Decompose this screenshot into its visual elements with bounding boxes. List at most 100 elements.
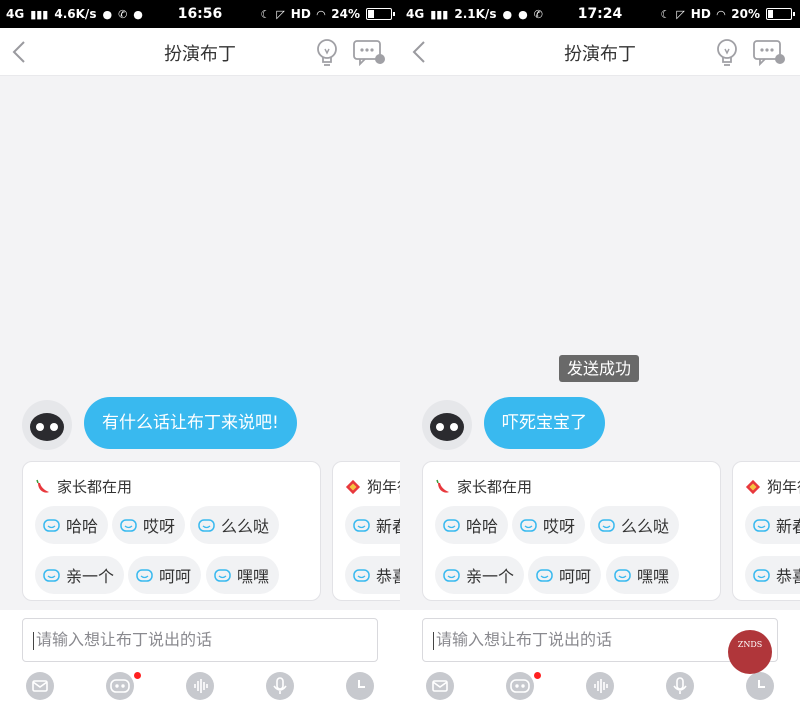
phrase-chip[interactable]: 么么哒 (190, 506, 280, 544)
nav-header: 扮演布丁 (0, 28, 400, 76)
phrase-chip[interactable]: 哎呀 (112, 506, 186, 544)
phrase-chip[interactable]: 哈哈 (435, 506, 509, 544)
nav-header: 扮演布丁 (400, 28, 800, 76)
no-sim-icon: ◸ (276, 7, 285, 21)
lantern-icon (345, 479, 361, 494)
clock-icon[interactable] (346, 672, 374, 700)
phrase-label: 哈哈 (466, 517, 499, 536)
screen-1: 4G ▮▮▮ 4.6K/s ● ✆ ● 16:56 ☾ ◸ HD ◠ 24% 扮… (0, 0, 400, 711)
lightbulb-icon[interactable] (313, 37, 341, 67)
smile-face-icon (614, 568, 631, 582)
phrase-label: 亲一个 (66, 567, 115, 586)
phrase-label: 新春 (376, 517, 400, 536)
microphone-icon[interactable] (266, 672, 294, 700)
smile-face-icon (120, 518, 137, 532)
znds-watermark-logo: ZNDS (728, 630, 772, 674)
no-sim-icon: ◸ (676, 7, 685, 21)
card-title: 狗年行 (767, 478, 800, 496)
card-title: 家长都在用 (457, 478, 533, 496)
smile-face-icon (753, 568, 770, 582)
microphone-icon[interactable] (666, 672, 694, 700)
wifi-icon: ◠ (716, 7, 726, 21)
mail-icon[interactable] (426, 672, 454, 700)
phrase-label: 嘿嘿 (237, 567, 270, 586)
message-bubble: 有什么话让布丁来说吧! (84, 397, 297, 449)
phrase-chip[interactable]: 哎呀 (512, 506, 586, 544)
smile-face-icon (520, 518, 537, 532)
card-title: 家长都在用 (57, 478, 133, 496)
lightbulb-icon[interactable] (713, 37, 741, 67)
phrase-label: 亲一个 (466, 567, 515, 586)
phrase-label: 么么哒 (621, 517, 670, 536)
toast-message: 发送成功 (559, 355, 639, 382)
battery-icon (766, 8, 795, 20)
smile-face-icon (43, 518, 60, 532)
phrase-label: 呵呵 (559, 567, 592, 586)
battery-icon (366, 8, 395, 20)
phrase-label: 哎呀 (143, 517, 176, 536)
notification-dot (134, 672, 141, 679)
smile-face-icon (353, 568, 370, 582)
smile-face-icon (753, 518, 770, 532)
robot-avatar (422, 400, 472, 450)
phrase-card-peek[interactable]: 狗年行 新春 恭喜 (732, 461, 800, 601)
phrase-chip[interactable]: 嘿嘿 (206, 556, 280, 594)
chat-settings-icon[interactable] (752, 38, 786, 66)
text-cursor (33, 631, 34, 650)
voice-wave-icon[interactable] (186, 672, 214, 700)
phrase-label: 恭喜 (776, 567, 800, 586)
text-cursor (433, 631, 434, 650)
smile-face-icon (214, 568, 231, 582)
moon-icon: ☾ (660, 7, 671, 21)
smile-face-icon (536, 568, 553, 582)
smile-face-icon (198, 518, 215, 532)
phrase-label: 嘿嘿 (637, 567, 670, 586)
battery-percent: 20% (731, 7, 760, 21)
input-placeholder: 请输入想让布丁说出的话 (36, 630, 213, 649)
message-bubble: 吓死宝宝了 (484, 397, 605, 449)
phrase-card: 家长都在用 哈哈 哎呀 么么哒 亲一个 呵呵 嘿嘿 (422, 461, 721, 601)
voice-wave-icon[interactable] (586, 672, 614, 700)
phrase-chip[interactable]: 呵呵 (528, 556, 602, 594)
phrase-chip[interactable]: 恭喜 (745, 556, 800, 594)
wifi-icon: ◠ (316, 7, 326, 21)
phrase-label: 哎呀 (543, 517, 576, 536)
robot-avatar (22, 400, 72, 450)
hd-label: HD (690, 7, 711, 21)
smile-face-icon (43, 568, 60, 582)
phrase-label: 哈哈 (66, 517, 99, 536)
phrase-chip[interactable]: 恭喜 (345, 556, 400, 594)
phrase-chip[interactable]: 么么哒 (590, 506, 680, 544)
status-bar: 4G ▮▮▮ 2.1K/s ● ● ✆ 17:24 ☾ ◸ HD ◠ 20% (400, 0, 800, 28)
phrase-chip[interactable]: 亲一个 (35, 556, 125, 594)
clock-icon[interactable] (746, 672, 774, 700)
card-title: 狗年行 (367, 478, 400, 496)
robot-icon[interactable] (106, 672, 134, 700)
message-input[interactable]: 请输入想让布丁说出的话 (22, 618, 378, 662)
battery-percent: 24% (331, 7, 360, 21)
smile-face-icon (443, 568, 460, 582)
screen-2: 4G ▮▮▮ 2.1K/s ● ● ✆ 17:24 ☾ ◸ HD ◠ 20% 扮… (400, 0, 800, 711)
chat-settings-icon[interactable] (352, 38, 386, 66)
phrase-chip[interactable]: 呵呵 (128, 556, 202, 594)
phrase-chip[interactable]: 新春 (745, 506, 800, 544)
phrase-chip[interactable]: 亲一个 (435, 556, 525, 594)
chili-icon (36, 479, 49, 493)
phrase-chip[interactable]: 新春 (345, 506, 400, 544)
phrase-chip[interactable]: 哈哈 (35, 506, 109, 544)
chili-icon (436, 479, 449, 493)
smile-face-icon (353, 518, 370, 532)
phrase-label: 呵呵 (159, 567, 192, 586)
phrase-card: 家长都在用 哈哈 哎呀 么么哒 亲一个 呵呵 嘿嘿 (22, 461, 321, 601)
notification-dot (534, 672, 541, 679)
phrase-card-peek[interactable]: 狗年行 新春 恭喜 (332, 461, 400, 601)
mail-icon[interactable] (26, 672, 54, 700)
smile-face-icon (443, 518, 460, 532)
smile-face-icon (136, 568, 153, 582)
message-input[interactable]: 请输入想让布丁说出的话 (422, 618, 778, 662)
phrase-chip[interactable]: 嘿嘿 (606, 556, 680, 594)
robot-icon[interactable] (506, 672, 534, 700)
smile-face-icon (598, 518, 615, 532)
phrase-label: 新春 (776, 517, 800, 536)
hd-label: HD (290, 7, 311, 21)
